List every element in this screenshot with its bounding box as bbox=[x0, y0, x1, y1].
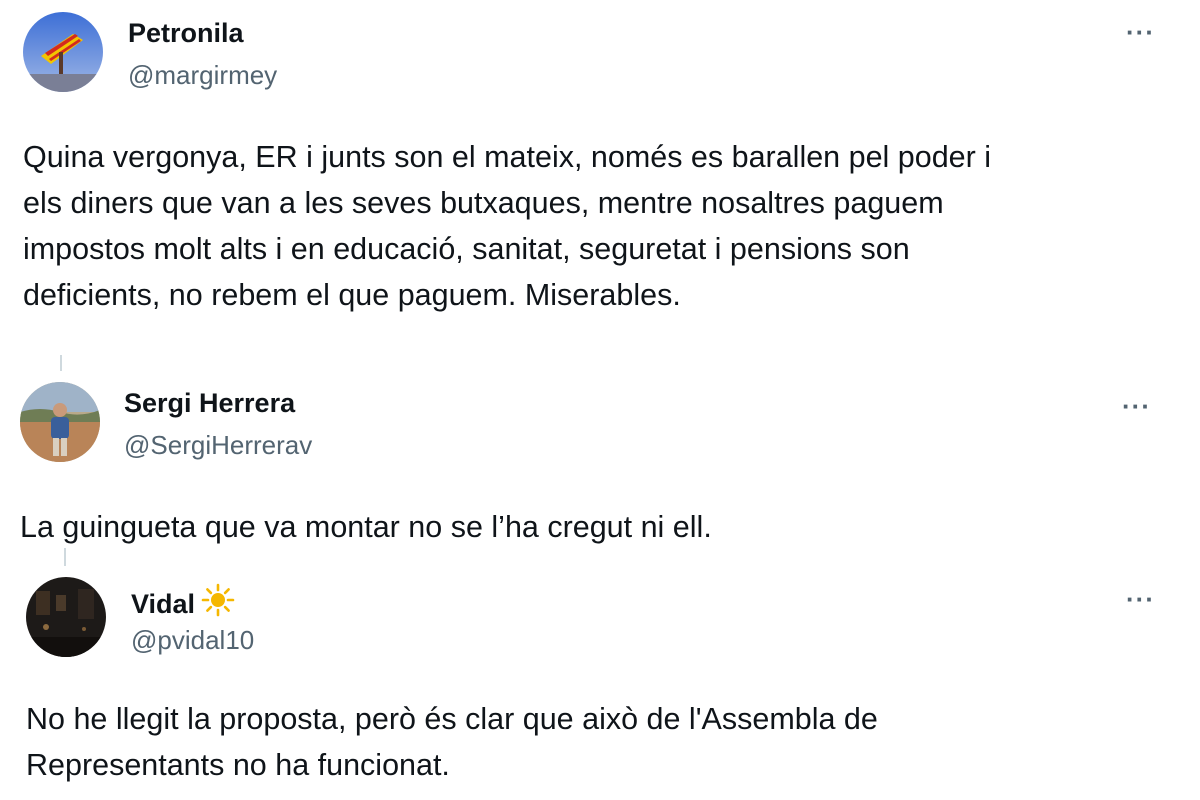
user-handle[interactable]: @SergiHerrerav bbox=[124, 430, 312, 461]
avatar-image bbox=[26, 577, 106, 657]
tweet-text: No he llegit la proposta, però és clar q… bbox=[26, 696, 878, 788]
tweet-vidal[interactable]: Vidal @pvidal10 ··· No he llegit la prop… bbox=[0, 565, 1200, 800]
tweet-text-line: impostos molt alts i en educació, sanita… bbox=[23, 232, 910, 266]
thread-connector bbox=[60, 355, 62, 371]
more-options-icon[interactable]: ··· bbox=[1126, 19, 1155, 45]
avatar-image bbox=[23, 12, 103, 92]
display-name[interactable]: Petronila bbox=[128, 18, 244, 49]
display-name[interactable]: Sergi Herrera bbox=[124, 388, 295, 419]
tweet-text: Quina vergonya, ER i junts son el mateix… bbox=[23, 134, 991, 318]
tweet-text-line: La guingueta que va montar no se l’ha cr… bbox=[20, 510, 712, 544]
avatar[interactable] bbox=[23, 12, 103, 92]
avatar[interactable] bbox=[20, 382, 100, 462]
tweet-text: La guingueta que va montar no se l’ha cr… bbox=[20, 504, 712, 550]
sun-icon bbox=[201, 583, 235, 624]
tweet-text-line: deficients, no rebem el que paguem. Mise… bbox=[23, 278, 681, 312]
more-options-icon[interactable]: ··· bbox=[1122, 393, 1151, 419]
user-handle[interactable]: @margirmey bbox=[128, 60, 277, 91]
tweet-text-line: Quina vergonya, ER i junts son el mateix… bbox=[23, 140, 992, 174]
avatar-image bbox=[20, 382, 100, 462]
display-name-text: Vidal bbox=[131, 589, 196, 619]
tweet-text-line: No he llegit la proposta, però és clar q… bbox=[26, 702, 878, 736]
tweet-sergi-herrera[interactable]: Sergi Herrera @SergiHerrerav ··· La guin… bbox=[0, 370, 1200, 545]
tweet-petronila[interactable]: Petronila @margirmey ··· Quina vergonya,… bbox=[0, 0, 1200, 345]
tweet-text-line: els diners que van a les seves butxaques… bbox=[23, 186, 944, 220]
display-name[interactable]: Vidal bbox=[131, 583, 235, 624]
user-handle[interactable]: @pvidal10 bbox=[131, 625, 254, 656]
tweet-text-line: Representants no ha funcionat. bbox=[26, 748, 450, 782]
thread-connector bbox=[64, 548, 66, 566]
more-options-icon[interactable]: ··· bbox=[1126, 586, 1155, 612]
reply-thread: Petronila @margirmey ··· Quina vergonya,… bbox=[0, 0, 1200, 800]
avatar[interactable] bbox=[26, 577, 106, 657]
